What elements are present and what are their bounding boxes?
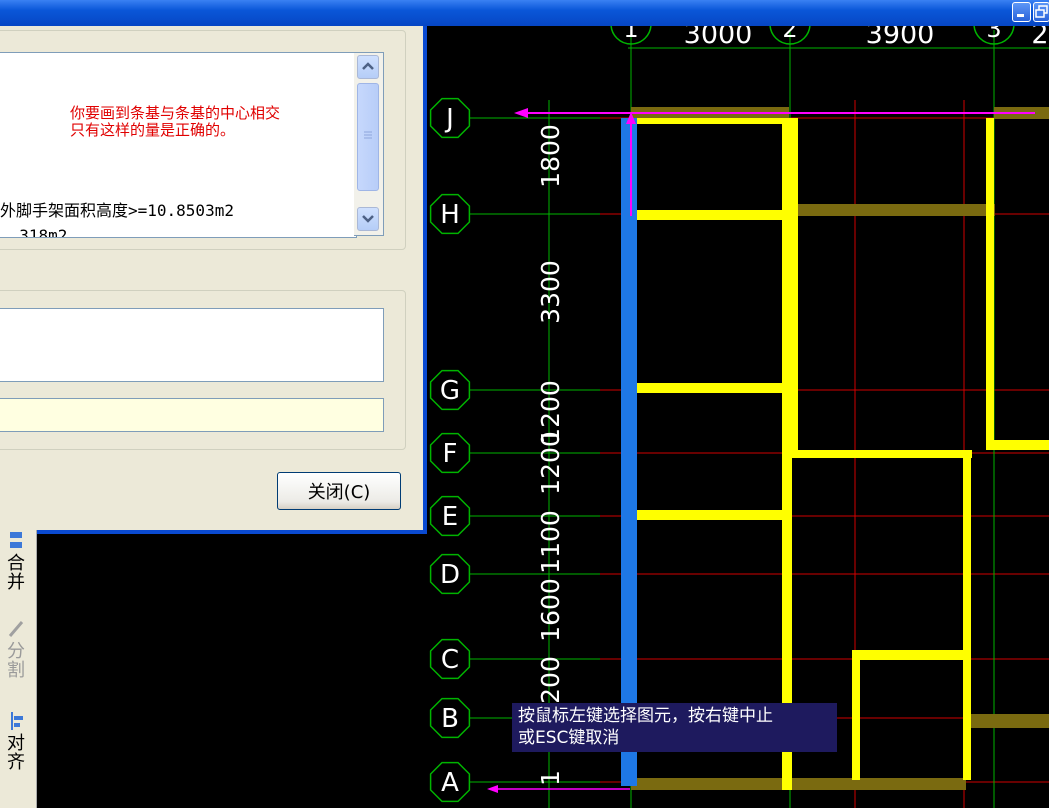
row-dimension: 1800 (536, 124, 565, 188)
scroll-up-button[interactable] (357, 55, 379, 79)
wall (792, 118, 798, 458)
align-icon (7, 710, 25, 732)
close-button[interactable]: 关闭(C) (277, 472, 401, 510)
row-dimension: 1200 (536, 431, 565, 495)
selected-wall (621, 118, 637, 786)
wall (636, 510, 786, 520)
row-label: J (444, 104, 454, 134)
restore-icon (1035, 5, 1048, 18)
wall (792, 450, 972, 458)
wall (986, 440, 1049, 450)
arrow-head (487, 785, 498, 793)
row-dimension: 1100 (536, 510, 565, 574)
column-dimension: 3000 (684, 26, 753, 50)
scroll-thumb[interactable] (357, 83, 379, 191)
wall (852, 650, 967, 660)
grip-icon (364, 131, 372, 139)
wall (986, 118, 994, 448)
memo-line: . 318m2 (0, 226, 68, 238)
beam (966, 714, 1049, 728)
result-memo[interactable]: 你要画到条基与条基的中心相交 只有这样的量是正确的。 外脚手架面积高度>=10.… (0, 52, 357, 238)
hint-textbox[interactable] (0, 398, 384, 432)
memo-scrollbar[interactable] (354, 52, 384, 236)
merge-icon (7, 530, 25, 552)
wall (963, 450, 971, 780)
detail-textbox[interactable] (0, 308, 384, 382)
column-label: 2 (782, 26, 797, 43)
beam (790, 204, 995, 216)
column-dimension: 3900 (866, 26, 935, 50)
wall (636, 210, 786, 220)
arrow-head (514, 108, 528, 118)
scroll-down-button[interactable] (357, 207, 379, 231)
row-dimension: 200 (536, 656, 565, 704)
column-label: 1 (623, 26, 638, 43)
row-label: D (440, 560, 460, 590)
split-tool[interactable]: 分 割 (0, 618, 32, 680)
calculation-dialog: 你要画到条基与条基的中心相交 只有这样的量是正确的。 外脚手架面积高度>=10.… (0, 26, 427, 534)
wall (636, 118, 791, 124)
cad-canvas[interactable]: JHGFEDCBA1 2 3 3000 3900 2180033001200120011… (427, 26, 1049, 808)
wall (636, 383, 786, 393)
minimize-button[interactable] (1012, 2, 1031, 22)
window-titlebar (0, 0, 1049, 26)
memo-note: 你要画到条基与条基的中心相交 只有这样的量是正确的。 (70, 104, 281, 139)
chevron-up-icon (362, 62, 374, 70)
row-label: F (443, 439, 458, 469)
row-label: A (441, 768, 459, 798)
row-dimension: 3300 (536, 260, 565, 324)
merge-tool[interactable]: 合 并 (0, 530, 32, 592)
merge-label: 合 并 (7, 553, 25, 593)
beam (631, 778, 966, 790)
status-tooltip: 按鼠标左键选择图元，按右键中止 或ESC键取消 (512, 703, 837, 752)
align-label: 对 齐 (7, 733, 25, 773)
row-dimension: 1600 (536, 578, 565, 642)
minimize-icon (1017, 14, 1024, 17)
row-label: G (440, 376, 460, 406)
row-dimension: 1 (536, 770, 565, 786)
row-label: H (440, 200, 460, 230)
wall (852, 650, 860, 780)
split-icon (7, 618, 25, 640)
split-label: 分 割 (7, 641, 25, 681)
align-tool[interactable]: 对 齐 (0, 710, 32, 772)
column-label: 3 (986, 26, 1001, 43)
left-toolbar: 合 并 分 割 对 齐 (0, 530, 37, 808)
chevron-down-icon (362, 215, 374, 223)
column-dimension: 2 (1031, 26, 1048, 50)
memo-line: 外脚手架面积高度>=10.8503m2 (0, 201, 234, 220)
row-label: E (442, 502, 458, 532)
restore-button[interactable] (1033, 2, 1049, 22)
row-label: C (441, 645, 459, 675)
row-label: B (441, 704, 459, 734)
